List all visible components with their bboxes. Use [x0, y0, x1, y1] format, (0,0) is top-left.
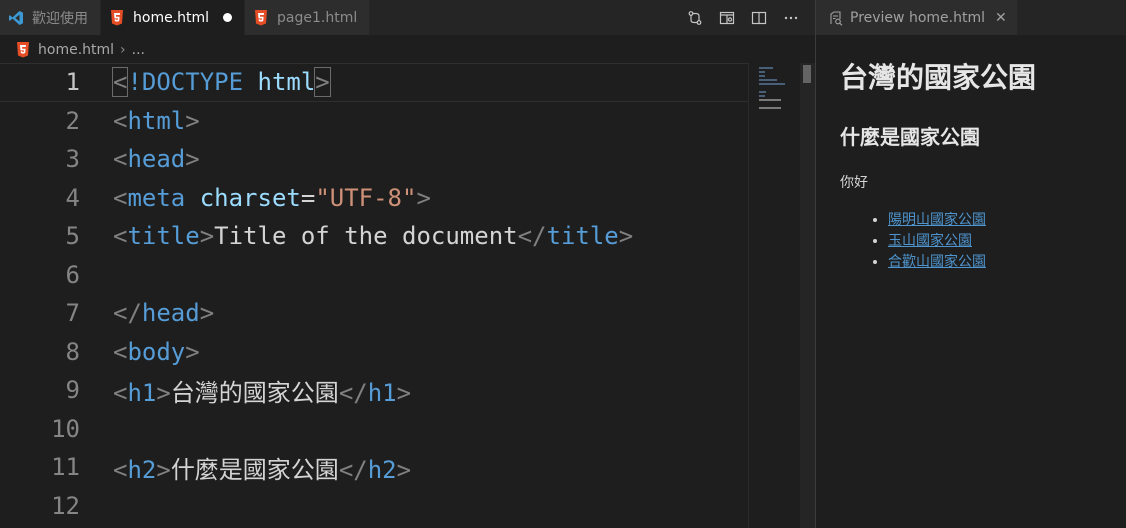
preview-content: 台灣的國家公園 什麼是國家公園 你好 陽明山國家公園 玉山國家公園 合歡山國家公…	[816, 35, 1126, 528]
list-item: 合歡山國家公園	[888, 252, 1106, 273]
editor-tab-bar: 歡迎使用 home.html page1.html	[0, 0, 815, 35]
unsaved-dot-icon[interactable]	[223, 13, 233, 22]
vscode-logo-icon	[8, 10, 24, 26]
tab-label: page1.html	[277, 9, 358, 26]
code-line: 9 <h1>台灣的國家公園</h1>	[0, 371, 748, 410]
code-text: <h2>什麼是國家公園</h2>	[113, 455, 412, 484]
tab-label: 歡迎使用	[32, 10, 88, 27]
code-line: 4 <meta charset="UTF-8">	[0, 179, 748, 218]
line-number: 2	[65, 106, 80, 135]
code-line: 11 <h2>什麼是國家公園</h2>	[0, 448, 748, 487]
line-number: 8	[65, 337, 80, 366]
line-number: 10	[51, 414, 80, 443]
tab-bar-spacer	[370, 0, 675, 35]
open-preview-to-side-icon[interactable]	[717, 8, 737, 28]
tab-page1-html[interactable]: page1.html	[245, 0, 371, 35]
breadcrumb: home.html › ...	[0, 35, 815, 65]
line-number: 6	[65, 260, 80, 289]
line-number: 4	[65, 183, 80, 212]
park-link-yangmingshan[interactable]: 陽明山國家公園	[888, 212, 986, 228]
line-number: 11	[51, 453, 80, 482]
code-line: 8 <body>	[0, 333, 748, 372]
minimap-line	[759, 91, 766, 93]
code-line: 1 <!DOCTYPE html>	[0, 63, 748, 102]
code-line: 5 <title>Title of the document</title>	[0, 217, 748, 256]
line-number: 9	[65, 376, 80, 405]
minimap-line	[759, 75, 765, 77]
chevron-right-icon: ›	[120, 42, 126, 58]
code-text: <html>	[113, 106, 200, 135]
line-number: 12	[51, 491, 80, 520]
breadcrumb-file[interactable]: home.html	[38, 42, 114, 58]
code-line: 6	[0, 256, 748, 295]
html5-icon	[109, 9, 125, 26]
minimap-line	[759, 67, 773, 69]
code-text: </head>	[113, 299, 215, 328]
minimap-line	[759, 71, 765, 73]
line-number: 5	[65, 222, 80, 251]
code-line: 7 </head>	[0, 294, 748, 333]
code-text: <h1>台灣的國家公園</h1>	[113, 378, 412, 407]
html5-icon	[253, 9, 269, 26]
code-text: <head>	[113, 145, 200, 174]
preview-group: Preview home.html ✕ 台灣的國家公園 什麼是國家公園 你好 陽…	[815, 0, 1126, 528]
line-number: 1	[65, 68, 80, 97]
tab-label: Preview home.html	[850, 9, 985, 26]
tab-label: home.html	[133, 9, 210, 26]
preview-icon	[828, 10, 844, 26]
minimap-line	[759, 79, 777, 81]
editor-group: 歡迎使用 home.html page1.html home.html › ..…	[0, 0, 815, 528]
code-text: <body>	[113, 337, 200, 366]
preview-heading-2: 什麼是國家公園	[840, 125, 980, 149]
preview-tab-bar: Preview home.html ✕	[816, 0, 1126, 35]
html5-icon	[16, 42, 30, 58]
park-link-hehuanshan[interactable]: 合歡山國家公園	[888, 254, 986, 270]
park-link-yushan[interactable]: 玉山國家公園	[888, 233, 972, 249]
open-changes-icon[interactable]	[685, 8, 705, 28]
minimap-line	[759, 107, 781, 109]
preview-paragraph: 你好	[840, 175, 868, 191]
list-item: 玉山國家公園	[888, 231, 1106, 252]
scrollbar-thumb[interactable]	[803, 65, 811, 83]
code-text: <!DOCTYPE html>	[111, 67, 331, 98]
split-editor-icon[interactable]	[749, 8, 769, 28]
editor-actions	[675, 0, 815, 35]
more-actions-icon[interactable]	[781, 8, 801, 28]
code-line: 12	[0, 487, 748, 526]
tab-home-html[interactable]: home.html	[101, 0, 246, 35]
vertical-scrollbar[interactable]	[800, 63, 815, 528]
tab-preview-home-html[interactable]: Preview home.html ✕	[816, 0, 1017, 35]
code-text: <meta charset="UTF-8">	[113, 183, 431, 212]
code-line: 3 <head>	[0, 140, 748, 179]
minimap-line	[759, 83, 785, 85]
code-line: 2 <html>	[0, 102, 748, 141]
code-editor[interactable]: 1 <!DOCTYPE html> 2 <html> 3 <head> 4 <m…	[0, 63, 748, 528]
breadcrumb-more[interactable]: ...	[132, 42, 145, 58]
preview-link-list: 陽明山國家公園 玉山國家公園 合歡山國家公園	[840, 210, 1106, 273]
list-item: 陽明山國家公園	[888, 210, 1106, 231]
minimap-line	[759, 99, 781, 101]
minimap[interactable]	[748, 63, 800, 528]
line-number: 3	[65, 145, 80, 174]
code-text: <title>Title of the document</title>	[113, 222, 634, 251]
tab-welcome[interactable]: 歡迎使用	[0, 0, 101, 35]
line-number: 7	[65, 299, 80, 328]
minimap-line	[759, 95, 765, 97]
close-icon[interactable]: ✕	[995, 10, 1007, 26]
preview-heading-1: 台灣的國家公園	[840, 61, 1037, 94]
code-line: 10	[0, 410, 748, 449]
